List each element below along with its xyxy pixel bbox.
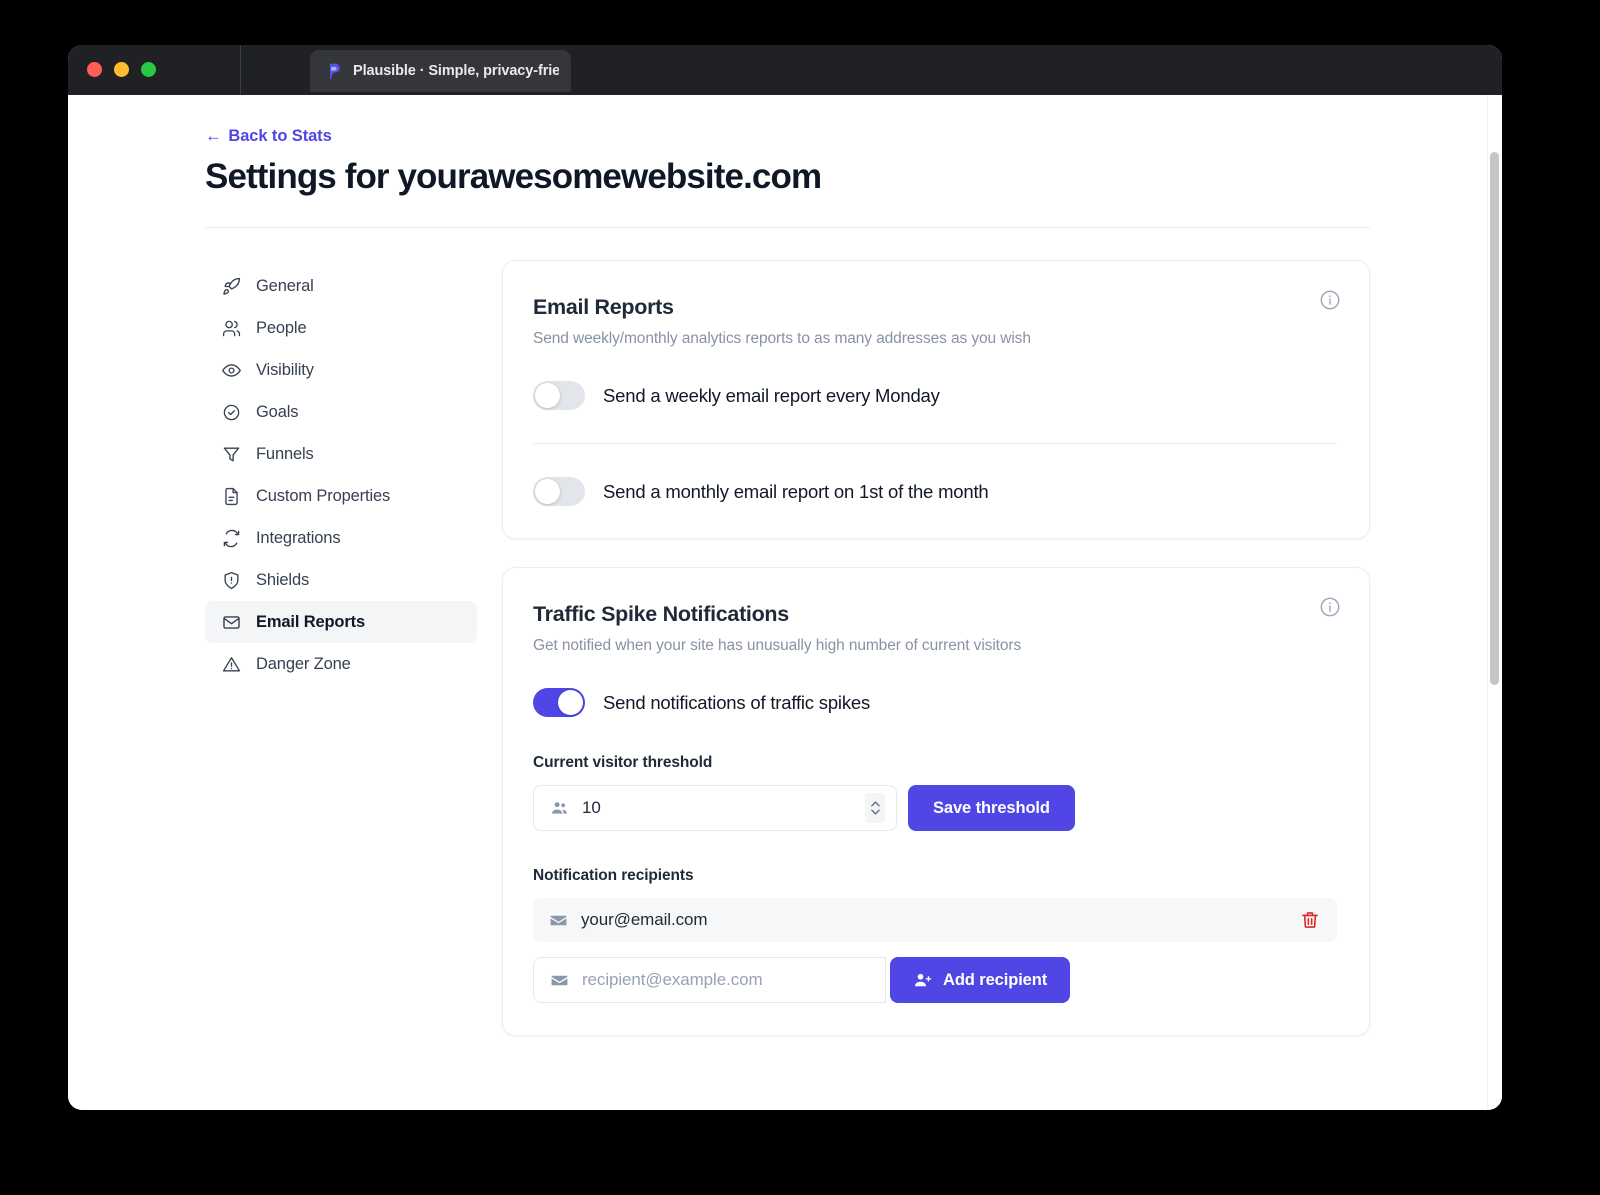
funnel-icon xyxy=(222,445,241,464)
page-title: Settings for yourawesomewebsite.com xyxy=(205,157,822,196)
sidebar-item-general[interactable]: General xyxy=(205,265,477,307)
close-window-button[interactable] xyxy=(87,62,102,77)
browser-titlebar: Plausible · Simple, privacy-frien xyxy=(68,45,1502,95)
recipients-block: Notification recipients your@email.com r… xyxy=(533,867,1337,1003)
browser-tab-title: Plausible · Simple, privacy-frien xyxy=(353,63,559,79)
settings-cards: Email Reports Send weekly/monthly analyt… xyxy=(502,260,1370,1036)
content-column: ← Back to Stats Settings for yourawesome… xyxy=(205,95,1370,1036)
vertical-scrollbar[interactable] xyxy=(1487,95,1502,1110)
shield-icon xyxy=(222,571,241,590)
weekly-report-toggle[interactable] xyxy=(533,381,585,410)
add-recipient-label: Add recipient xyxy=(943,970,1048,989)
sidebar-item-funnels[interactable]: Funnels xyxy=(205,433,477,475)
recipient-list: your@email.com xyxy=(533,898,1337,942)
user-plus-icon xyxy=(913,971,932,990)
info-icon[interactable] xyxy=(1319,289,1341,311)
sidebar-item-label: Danger Zone xyxy=(256,654,351,673)
threshold-input[interactable]: 10 xyxy=(533,785,897,831)
sidebar-item-label: Goals xyxy=(256,402,299,421)
people-icon xyxy=(550,799,569,818)
weekly-report-row: Send a weekly email report every Monday xyxy=(533,381,1337,410)
envelope-icon xyxy=(222,613,241,632)
sidebar-item-label: Custom Properties xyxy=(256,486,391,505)
add-recipient-button[interactable]: Add recipient xyxy=(890,957,1071,1003)
traffic-spike-toggle[interactable] xyxy=(533,688,585,717)
people-icon xyxy=(222,319,241,338)
sidebar-item-custom-properties[interactable]: Custom Properties xyxy=(205,475,477,517)
monthly-report-row: Send a monthly email report on 1st of th… xyxy=(533,477,1337,506)
card-title: Traffic Spike Notifications xyxy=(533,602,789,626)
recipients-label: Notification recipients xyxy=(533,867,694,884)
envelope-icon xyxy=(549,911,568,930)
back-arrow-icon: ← xyxy=(205,127,222,145)
card-title: Email Reports xyxy=(533,295,674,319)
new-recipient-input[interactable]: recipient@example.com xyxy=(533,957,886,1003)
document-icon xyxy=(222,487,241,506)
traffic-spike-notifications-card: Traffic Spike Notifications Get notified… xyxy=(502,567,1370,1036)
settings-body: General People Visibility Goals Funnels … xyxy=(205,228,1370,1036)
new-recipient-placeholder: recipient@example.com xyxy=(582,970,763,989)
sidebar-item-label: Funnels xyxy=(256,444,314,463)
info-icon[interactable] xyxy=(1319,596,1341,618)
traffic-spike-label: Send notifications of traffic spikes xyxy=(603,691,871,713)
plausible-logo-icon xyxy=(324,62,343,81)
sidebar-item-visibility[interactable]: Visibility xyxy=(205,349,477,391)
sidebar-item-label: Visibility xyxy=(256,360,314,379)
toggle-knob xyxy=(558,690,583,715)
monthly-report-toggle[interactable] xyxy=(533,477,585,506)
stepper-updown-icon[interactable] xyxy=(865,793,885,823)
trash-icon[interactable] xyxy=(1300,910,1320,930)
sidebar-item-label: People xyxy=(256,318,307,337)
toggle-knob xyxy=(535,383,560,408)
sidebar-item-people[interactable]: People xyxy=(205,307,477,349)
settings-sidebar: General People Visibility Goals Funnels … xyxy=(205,260,477,1036)
sidebar-item-label: Shields xyxy=(256,570,310,589)
card-subtitle: Send weekly/monthly analytics reports to… xyxy=(533,330,1031,347)
sidebar-item-email-reports[interactable]: Email Reports xyxy=(205,601,477,643)
minimize-window-button[interactable] xyxy=(114,62,129,77)
scrollbar-thumb[interactable] xyxy=(1490,152,1499,685)
warning-icon xyxy=(222,655,241,674)
back-to-stats-link[interactable]: ← Back to Stats xyxy=(205,127,332,146)
sidebar-item-shields[interactable]: Shields xyxy=(205,559,477,601)
email-reports-card: Email Reports Send weekly/monthly analyt… xyxy=(502,260,1370,539)
settings-page: ← Back to Stats Settings for yourawesome… xyxy=(68,95,1502,1110)
refresh-icon xyxy=(222,529,241,548)
browser-tab[interactable]: Plausible · Simple, privacy-frien xyxy=(310,50,571,92)
sidebar-item-danger-zone[interactable]: Danger Zone xyxy=(205,643,477,685)
toggle-knob xyxy=(535,479,560,504)
threshold-block: Current visitor threshold 10 Save thresh… xyxy=(533,754,1337,831)
threshold-row: 10 Save threshold xyxy=(533,785,1337,831)
traffic-spike-row: Send notifications of traffic spikes xyxy=(533,688,1337,717)
save-threshold-button[interactable]: Save threshold xyxy=(908,785,1075,831)
check-circle-icon xyxy=(222,403,241,422)
recipient-email: your@email.com xyxy=(581,910,708,929)
eye-icon xyxy=(222,361,241,380)
weekly-report-label: Send a weekly email report every Monday xyxy=(603,384,940,406)
sidebar-item-goals[interactable]: Goals xyxy=(205,391,477,433)
sidebar-item-label: General xyxy=(256,276,314,295)
recipient-row: your@email.com xyxy=(533,898,1337,942)
threshold-label: Current visitor threshold xyxy=(533,754,713,771)
sidebar-item-label: Email Reports xyxy=(256,612,365,631)
envelope-icon xyxy=(550,971,569,990)
add-recipient-row: recipient@example.com Add recipient xyxy=(533,957,1337,1003)
tab-strip: Plausible · Simple, privacy-frien xyxy=(240,45,1502,95)
sidebar-item-integrations[interactable]: Integrations xyxy=(205,517,477,559)
threshold-value: 10 xyxy=(582,798,601,817)
monthly-report-label: Send a monthly email report on 1st of th… xyxy=(603,480,989,502)
sidebar-item-label: Integrations xyxy=(256,528,341,547)
card-subtitle: Get notified when your site has unusuall… xyxy=(533,637,1022,654)
toggle-divider xyxy=(533,443,1337,444)
rocket-icon xyxy=(222,277,241,296)
zoom-window-button[interactable] xyxy=(141,62,156,77)
back-to-stats-label: Back to Stats xyxy=(228,127,332,145)
browser-window: Plausible · Simple, privacy-frien ← Back… xyxy=(68,45,1502,1110)
page-viewport: ← Back to Stats Settings for yourawesome… xyxy=(68,95,1502,1110)
window-controls xyxy=(87,62,156,77)
